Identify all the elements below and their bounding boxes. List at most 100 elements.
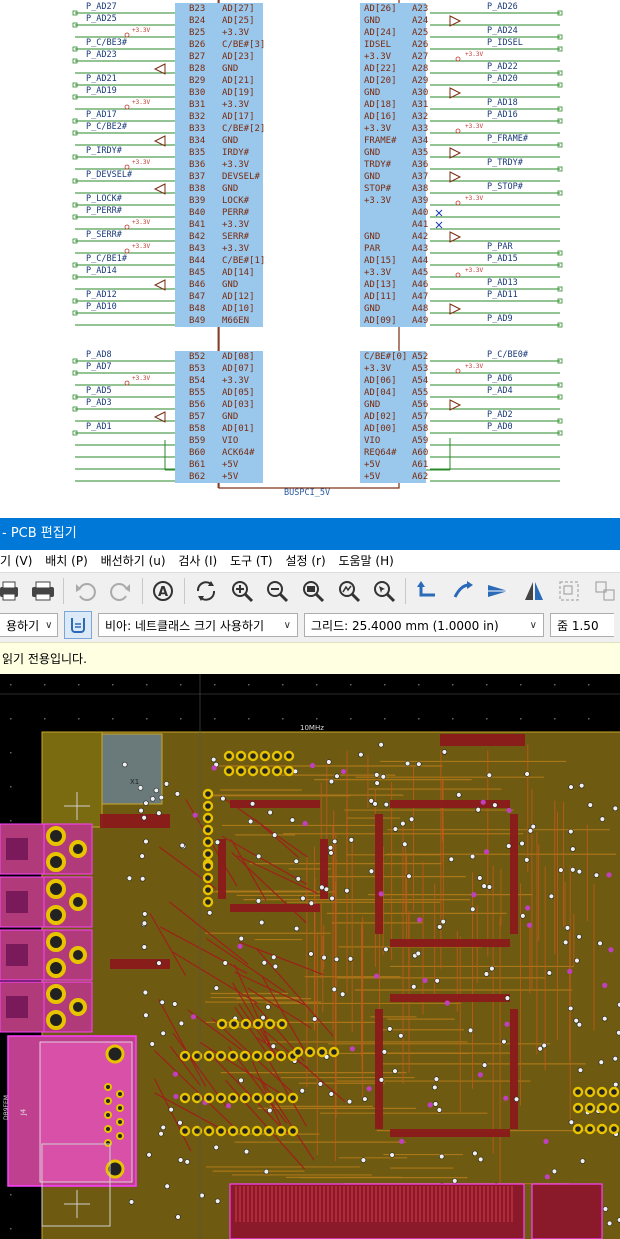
mirror-icon[interactable]	[519, 576, 549, 606]
pin-header-pads	[608, 1123, 620, 1135]
pin-name: GND	[222, 184, 239, 194]
pin-name: AD[14]	[222, 268, 255, 278]
pin-header-pads	[275, 1092, 287, 1104]
pin-header-pads	[608, 1102, 620, 1114]
pin-header-pads	[283, 765, 295, 777]
menu-view[interactable]: 기 (V)	[0, 550, 41, 572]
net-label: P_AD10	[86, 302, 117, 312]
net-label: P_AD6	[487, 374, 513, 384]
pin-header-pads	[596, 1086, 608, 1098]
net-label: P_AD19	[86, 86, 117, 96]
find-icon[interactable]: A	[149, 576, 179, 606]
info-bar: 읽기 전용입니다.	[0, 642, 620, 674]
net-label: P_PERR#	[86, 206, 122, 216]
pin-number: A55	[412, 388, 429, 398]
menu-tools[interactable]: 도구 (T)	[230, 550, 282, 572]
connector-pads	[440, 734, 525, 746]
pin-header-pads	[179, 1092, 191, 1104]
crystal-footprint	[101, 733, 163, 805]
pin-header-pads	[202, 848, 214, 860]
pin-header-pads	[572, 1086, 584, 1098]
pin-number: B60	[189, 448, 206, 458]
pin-number: B45	[189, 268, 206, 278]
pin-number: B31	[189, 100, 206, 110]
pin-name: GND	[364, 16, 381, 26]
plot-icon[interactable]	[28, 576, 58, 606]
pin-header-pads	[235, 750, 247, 762]
pin-name: STOP#	[364, 184, 392, 194]
pin-name: VIO	[364, 436, 381, 446]
pin-header-pads	[251, 1125, 263, 1137]
pin-header-pads	[223, 765, 235, 777]
rotate-ccw-icon[interactable]	[412, 576, 442, 606]
auto-width-icon[interactable]	[64, 611, 92, 639]
menu-preferences[interactable]: 설정 (r)	[285, 550, 334, 572]
pin-name: +5V	[364, 472, 381, 482]
via-size-select[interactable]: 비아: 네트클래스 크기 사용하기 ∨	[98, 613, 298, 637]
refresh-icon[interactable]	[191, 576, 221, 606]
pin-header-pads	[584, 1086, 596, 1098]
net-label: P_AD13	[487, 278, 518, 288]
zoom-fit-icon[interactable]	[298, 576, 328, 606]
track-width-value: 용하기	[6, 618, 40, 633]
group-icon[interactable]	[555, 576, 585, 606]
print-icon[interactable]	[0, 576, 22, 606]
db9-pin	[116, 1104, 124, 1112]
pci-edge-connector	[531, 1183, 603, 1239]
net-label: P_AD21	[86, 74, 117, 84]
zoom-out-icon[interactable]	[263, 576, 293, 606]
net-label: P_AD16	[487, 110, 518, 120]
pin-name: GND	[222, 412, 239, 422]
pcb-label-j4: J4	[19, 1108, 28, 1116]
pcb-canvas[interactable]: 10MHz X1 J4 DB9FEM	[0, 674, 620, 1239]
pin-header-pads	[202, 800, 214, 812]
net-label: P_DEVSEL#	[86, 170, 133, 180]
zoom-selection-icon[interactable]	[369, 576, 399, 606]
pin-number: A39	[412, 196, 429, 206]
redo-icon[interactable]	[106, 576, 136, 606]
ungroup-icon[interactable]	[590, 576, 620, 606]
schematic-view[interactable]: B23 AD[27] P_AD27 B24 AD[25] P_AD25 B25 +3.3V +3…	[0, 0, 620, 518]
rotate-cw-icon[interactable]	[448, 576, 478, 606]
pin-header-pads	[252, 1018, 264, 1030]
zoom-select[interactable]: 줌 1.50	[550, 613, 614, 637]
pin-number: A30	[412, 88, 429, 98]
pin-name: GND	[222, 64, 239, 74]
pin-name: AD[23]	[222, 52, 255, 62]
db9-pin	[116, 1118, 124, 1126]
power-label: +3.3V	[132, 159, 151, 166]
pin-name: GND	[364, 304, 381, 314]
pin-name: AD[00]	[364, 424, 397, 434]
zoom-in-icon[interactable]	[227, 576, 257, 606]
grid-select[interactable]: 그리드: 25.4000 mm (1.0000 in) ∨	[304, 613, 544, 637]
net-label: P_C/BE3#	[86, 38, 127, 48]
pin-name: +5V	[364, 460, 381, 470]
menu-place[interactable]: 배치 (P)	[45, 550, 97, 572]
menu-bar: 기 (V) 배치 (P) 배선하기 (u) 검사 (I) 도구 (T) 설정 (…	[0, 550, 620, 572]
flip-icon[interactable]	[483, 576, 513, 606]
pin-header-pads	[202, 872, 214, 884]
pin-header-pads	[223, 750, 235, 762]
pin-header-pads	[215, 1092, 227, 1104]
pin-number: A62	[412, 472, 429, 482]
track-width-select[interactable]: 용하기 ∨	[0, 613, 58, 637]
pin-number: B25	[189, 28, 206, 38]
pin-name: AD[10]	[222, 304, 255, 314]
ic-fpga-pads	[510, 1009, 518, 1129]
pin-number: B54	[189, 376, 206, 386]
pin-header-pads	[203, 1050, 215, 1062]
pin-name: GND	[364, 232, 381, 242]
pin-number: B37	[189, 172, 206, 182]
net-label: P_AD18	[487, 98, 518, 108]
zoom-objects-icon[interactable]	[334, 576, 364, 606]
undo-icon[interactable]	[70, 576, 100, 606]
menu-route[interactable]: 배선하기 (u)	[101, 550, 175, 572]
net-label: P_FRAME#	[487, 134, 528, 144]
pin-name: GND	[364, 148, 381, 158]
pin-number: B57	[189, 412, 206, 422]
grid-value: 그리드: 25.4000 mm (1.0000 in)	[311, 618, 499, 633]
menu-help[interactable]: 도움말 (H)	[338, 550, 402, 572]
menu-inspect[interactable]: 검사 (I)	[178, 550, 226, 572]
pin-number: B38	[189, 184, 206, 194]
ic-fpga-pads	[390, 1129, 510, 1137]
